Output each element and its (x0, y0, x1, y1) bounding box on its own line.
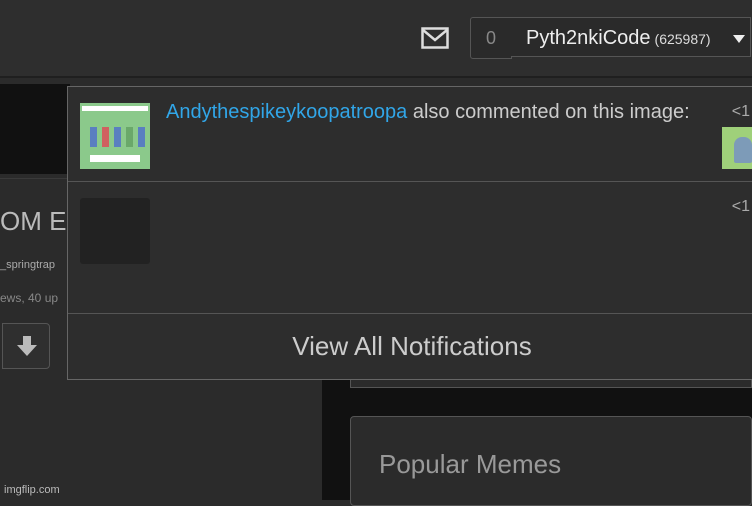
left-dark-band (0, 84, 70, 174)
meme-stats: ews, 40 up (0, 291, 59, 305)
mail-icon[interactable] (421, 27, 449, 49)
user-points: (625987) (654, 31, 711, 47)
meme-author[interactable]: _springtrap (0, 259, 68, 271)
notification-time: <1 (731, 103, 750, 120)
notification-time: <1 (731, 198, 750, 215)
notification-item[interactable]: Andythespikeykoopatroopa also commented … (68, 87, 752, 182)
meme-thumbnail[interactable] (80, 103, 150, 169)
notification-count[interactable]: 0 (470, 17, 512, 59)
user-menu-button[interactable]: Pyth2nkiCode (625987) (511, 17, 751, 57)
down-arrow-icon (17, 336, 37, 356)
notifications-dropdown: Andythespikeykoopatroopa also commented … (67, 86, 752, 380)
popular-memes-title: Popular Memes (379, 449, 562, 479)
top-bar: 0 Pyth2nkiCode (625987) (0, 0, 752, 78)
view-all-notifications-button[interactable]: View All Notifications (68, 314, 752, 380)
notification-user-link[interactable]: Andythespikeykoopatroopa (166, 101, 407, 123)
image-thumbnail[interactable] (722, 127, 752, 169)
notification-item[interactable]: <1 (68, 182, 752, 314)
downvote-button[interactable] (2, 323, 50, 369)
notification-message: also commented on this image: (407, 101, 690, 123)
caret-down-icon[interactable] (733, 35, 745, 43)
popular-memes-panel: Popular Memes (350, 416, 752, 506)
content-area (70, 380, 322, 500)
meme-title[interactable]: OM E (0, 206, 68, 237)
username: Pyth2nkiCode (526, 27, 651, 49)
empty-thumbnail (80, 198, 150, 264)
watermark: imgflip.com (4, 484, 60, 496)
notification-text: Andythespikeykoopatroopa also commented … (166, 99, 716, 126)
